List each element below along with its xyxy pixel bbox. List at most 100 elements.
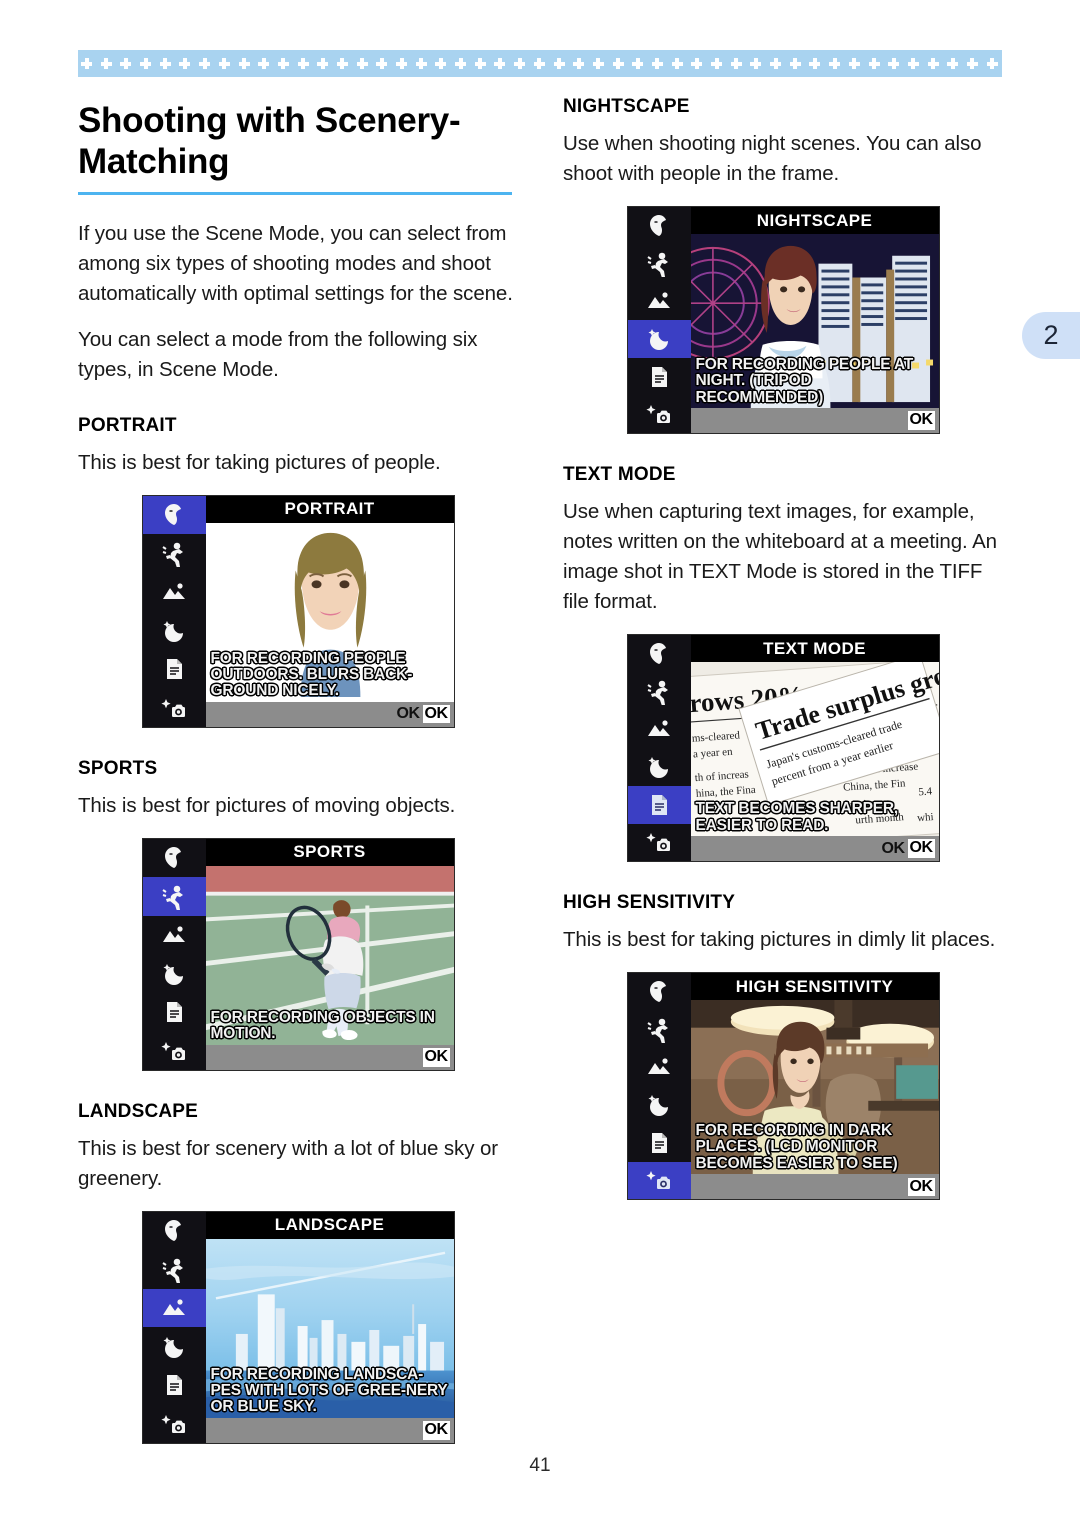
lcd-scene-portrait: FOR RECORDING PEOPLE OUTDOORS. BLURS BAC… xyxy=(205,522,454,702)
lcd-ok-badge[interactable]: OK xyxy=(422,705,450,724)
band-motif-diamond-icon xyxy=(435,57,447,70)
lcd-mode-high-sensitivity-icon-cell[interactable] xyxy=(143,688,206,727)
lcd-mode-high-sensitivity-icon-cell[interactable] xyxy=(627,1161,691,1200)
section-heading-landscape: LANDSCAPE xyxy=(78,1100,199,1122)
band-motif-diamond-icon xyxy=(888,57,900,70)
title-underline-rule xyxy=(78,191,512,195)
text-document-icon xyxy=(167,1002,182,1023)
lcd-mode-portrait-face-icon-cell[interactable] xyxy=(143,839,206,878)
lcd-mode-sidebar xyxy=(627,635,691,862)
lcd-mode-text-document-icon-cell[interactable] xyxy=(628,1124,691,1162)
lcd-ok-badge[interactable]: OK xyxy=(907,1177,935,1196)
lcd-ok-badge[interactable]: OK xyxy=(907,411,935,430)
lcd-mode-nightscape-moon-icon-cell[interactable] xyxy=(143,611,206,650)
text-document-icon xyxy=(652,366,667,387)
lcd-mode-nightscape-moon-icon-cell[interactable] xyxy=(143,954,206,993)
landscape-mountain-icon xyxy=(648,292,670,309)
lcd-scene-high-sensitivity: FOR RECORDING IN DARK PLACES. (LCD MONIT… xyxy=(690,1000,939,1175)
nightscape-moon-star-icon xyxy=(163,963,183,985)
high-sensitivity-star-camera-icon xyxy=(161,1041,185,1060)
lcd-status-bar: OK OK xyxy=(690,836,939,862)
lcd-mode-sports-runner-icon-cell[interactable] xyxy=(628,673,691,711)
portrait-face-icon xyxy=(650,643,666,665)
lcd-mode-landscape-mountain-icon-cell[interactable] xyxy=(628,711,691,749)
lcd-mode-sports-runner-icon-cell[interactable] xyxy=(142,877,206,916)
lcd-caption: FOR RECORDING IN DARK PLACES. (LCD MONIT… xyxy=(695,1121,898,1172)
band-motif-diamond-icon xyxy=(691,57,703,70)
section-heading-nightscape: NIGHTSCAPE xyxy=(563,96,690,117)
text-document-icon xyxy=(652,794,667,815)
band-motif-diamond-icon xyxy=(927,57,939,70)
lcd-mode-nightscape-moon-icon-cell[interactable] xyxy=(628,748,691,786)
lcd-title: NIGHTSCAPE xyxy=(690,207,939,235)
lcd-main-view: TEXT MODE rows 20% t ms-cleared a year e… xyxy=(690,635,939,862)
page-title: Shooting with Scenery-Matching xyxy=(78,101,461,182)
band-motif-diamond-icon xyxy=(848,57,860,70)
svg-text:5.4: 5.4 xyxy=(917,786,932,799)
lcd-mode-text-document-icon-cell[interactable] xyxy=(627,785,691,824)
lcd-mode-sports-runner-icon-cell[interactable] xyxy=(628,245,691,283)
band-motif-diamond-icon xyxy=(711,57,722,70)
lcd-ok-plain[interactable]: OK xyxy=(397,705,421,723)
lcd-mode-nightscape-moon-icon-cell[interactable] xyxy=(627,320,691,358)
band-motif-diamond-icon xyxy=(986,57,998,70)
lcd-mode-high-sensitivity-icon-cell[interactable] xyxy=(628,395,691,433)
lcd-mode-portrait-face-icon-cell[interactable] xyxy=(628,973,691,1011)
band-motif-diamond-icon xyxy=(651,57,663,70)
lcd-mode-portrait-face-icon-cell[interactable] xyxy=(142,495,206,535)
lcd-mode-text-document-icon-cell[interactable] xyxy=(143,650,206,689)
lcd-status-bar: OK OK xyxy=(205,701,454,727)
lcd-mode-high-sensitivity-icon-cell[interactable] xyxy=(143,1031,206,1070)
lcd-title: TEXT MODE xyxy=(690,635,939,663)
lcd-mode-landscape-mountain-icon-cell[interactable] xyxy=(628,282,691,320)
sports-runner-icon xyxy=(162,542,183,567)
lcd-mode-portrait-face-icon-cell[interactable] xyxy=(143,1212,206,1251)
band-motif-diamond-icon xyxy=(100,57,112,70)
lcd-mode-nightscape-moon-icon-cell[interactable] xyxy=(143,1327,206,1366)
band-motif-diamond-icon xyxy=(494,57,506,70)
band-motif-diamond-icon xyxy=(415,57,427,70)
lcd-figure-text-mode: TEXT MODE rows 20% t ms-cleared a year e… xyxy=(626,634,940,863)
lcd-ok-badge[interactable]: OK xyxy=(422,1048,450,1067)
lcd-caption: FOR RECORDING OBJECTS IN MOTION. xyxy=(210,1008,435,1043)
lcd-mode-sports-runner-icon-cell[interactable] xyxy=(143,534,206,573)
band-motif-diamond-icon xyxy=(356,57,368,70)
lcd-caption: TEXT BECOMES SHARPER, EASIER TO READ. xyxy=(695,800,899,834)
band-motif-diamond-icon xyxy=(533,57,545,70)
lcd-mode-landscape-mountain-icon-cell[interactable] xyxy=(143,916,206,955)
lcd-mode-sports-runner-icon-cell[interactable] xyxy=(628,1011,691,1049)
sports-runner-icon xyxy=(162,885,183,910)
band-motif-diamond-icon xyxy=(297,57,309,70)
lcd-mode-portrait-face-icon-cell[interactable] xyxy=(628,635,691,673)
band-motif-diamond-icon xyxy=(396,57,407,70)
lcd-mode-high-sensitivity-icon-cell[interactable] xyxy=(143,1404,206,1443)
band-motif-diamond-icon xyxy=(317,57,329,70)
lcd-mode-text-document-icon-cell[interactable] xyxy=(143,1366,206,1405)
lcd-mode-landscape-mountain-icon-cell[interactable] xyxy=(628,1049,691,1087)
band-motif-diamond-icon xyxy=(612,57,624,70)
high-sensitivity-star-camera-icon xyxy=(646,405,670,424)
band-motif-diamond-icon xyxy=(336,57,348,70)
lcd-caption: FOR RECORDING PEOPLE OUTDOORS. BLURS BAC… xyxy=(210,649,413,700)
left-column: Shooting with Scenery-Matching If you us… xyxy=(78,96,518,1444)
lcd-mode-text-document-icon-cell[interactable] xyxy=(143,993,206,1032)
lcd-ok-plain[interactable]: OK xyxy=(882,840,906,858)
lcd-mode-nightscape-moon-icon-cell[interactable] xyxy=(628,1086,691,1124)
lcd-mode-landscape-mountain-icon-cell[interactable] xyxy=(142,1288,206,1328)
band-motif-diamond-icon xyxy=(868,57,880,70)
lcd-mode-landscape-mountain-icon-cell[interactable] xyxy=(143,573,206,612)
nightscape-moon-star-icon xyxy=(648,328,668,350)
band-motif-diamond-icon xyxy=(179,57,191,70)
lcd-mode-text-document-icon-cell[interactable] xyxy=(628,358,691,396)
section-heading-high-sensitivity: HIGH SENSITIVITY xyxy=(563,892,736,914)
lcd-mode-portrait-face-icon-cell[interactable] xyxy=(628,207,691,245)
lcd-mode-sports-runner-icon-cell[interactable] xyxy=(143,1250,206,1289)
lcd-mode-high-sensitivity-icon-cell[interactable] xyxy=(628,824,691,862)
band-motif-diamond-icon xyxy=(947,57,959,70)
lcd-ok-badge[interactable]: OK xyxy=(907,839,935,858)
band-motif-diamond-icon xyxy=(159,57,171,70)
portrait-face-icon xyxy=(650,214,666,236)
band-motif-diamond-icon xyxy=(907,57,919,70)
band-motif-diamond-icon xyxy=(789,57,801,70)
lcd-ok-badge[interactable]: OK xyxy=(422,1421,450,1440)
